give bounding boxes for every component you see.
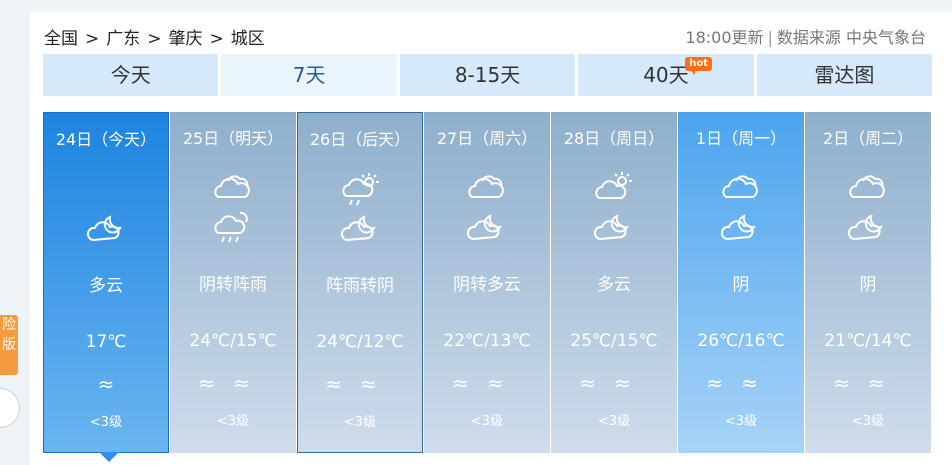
day-condition: 多云	[89, 276, 123, 296]
day-temperature: 24℃/15℃	[189, 331, 277, 351]
day-card[interactable]: 26日（后天） 阵雨转阴 24℃/12℃ ≈≈ <3级	[297, 112, 423, 453]
wind-icon: ≈≈	[198, 371, 268, 395]
partly-cloudy-night-icon	[466, 214, 502, 241]
day-condition: 多云	[597, 275, 631, 295]
tab-8-15-days[interactable]: 8-15天	[399, 54, 576, 96]
shower-rain-icon	[214, 211, 248, 243]
tab-7-days[interactable]: 7天	[221, 54, 397, 96]
wind-level: <3级	[89, 415, 123, 430]
wind-level: <3级	[597, 414, 631, 429]
wind-level: <3级	[851, 414, 885, 429]
breadcrumb-district: 城区	[230, 29, 265, 49]
breadcrumb-province[interactable]: 广东	[106, 24, 140, 49]
day-date: 25日（明天）	[182, 129, 284, 148]
tab-40-days-label: 40天	[643, 63, 689, 87]
wind-icon: ≈≈	[579, 371, 649, 395]
day-temperature: 22℃/13℃	[443, 331, 531, 351]
day-card[interactable]: 28日（周日） 多云 25℃/15℃ ≈≈ <3级	[551, 112, 677, 453]
day-date: 27日（周六）	[436, 129, 538, 148]
day-condition: 阴转阵雨	[199, 275, 267, 295]
partly-cloudy-night-icon	[86, 215, 122, 242]
partly-cloudy-night-icon	[340, 215, 376, 242]
breadcrumb-country[interactable]: 全国	[44, 24, 78, 49]
breadcrumb-separator: >	[85, 29, 100, 49]
wind-level: <3级	[216, 414, 250, 429]
partly-cloudy-night-icon	[720, 214, 756, 241]
wind-icon: ≈≈	[706, 371, 776, 395]
wind-icon: ≈	[97, 372, 115, 396]
day-temperature: 24℃/12℃	[316, 332, 404, 352]
cloudy-icon	[468, 175, 504, 198]
day-card[interactable]: 27日（周六） 阴转多云 22℃/13℃ ≈≈ <3级	[424, 112, 550, 453]
day-condition: 阴	[859, 275, 877, 295]
breadcrumb-city[interactable]: 肇庆	[169, 24, 203, 49]
day-date: 28日（周日）	[563, 129, 665, 148]
forecast-tabs: 今天 7天 8-15天 40天 hot 雷达图	[43, 54, 933, 96]
cloudy-icon	[722, 175, 758, 198]
wind-level: <3级	[724, 414, 758, 429]
side-feedback-tab[interactable]: 险 版	[0, 315, 18, 375]
wind-icon: ≈≈	[325, 372, 395, 396]
partly-cloudy-night-icon	[847, 214, 883, 241]
shower-rain-icon	[342, 173, 379, 206]
day-date: 1日（周一）	[695, 129, 787, 148]
day-condition: 阴转多云	[453, 275, 521, 295]
breadcrumb: 全国 > 广东 > 肇庆 > 城区	[44, 24, 265, 49]
cloudy-icon	[214, 175, 250, 198]
tab-today[interactable]: 今天	[43, 54, 219, 96]
cloudy-icon	[849, 175, 885, 198]
day-card-today[interactable]: 24日（今天） 多云 17℃ ≈ <3级	[43, 112, 169, 462]
data-source: 数据来源 中央气象台	[776, 28, 926, 47]
hot-badge: hot	[685, 57, 712, 75]
day-card[interactable]: 2日（周二） 阴 21℃/14℃ ≈≈ <3级	[805, 112, 931, 453]
side-float-button[interactable]	[0, 388, 20, 428]
day-temperature: 17℃	[85, 332, 127, 352]
breadcrumb-separator: >	[147, 29, 162, 49]
partly-cloudy-night-icon	[593, 214, 629, 241]
partly-cloudy-day-icon	[595, 172, 632, 199]
update-meta: 18:00更新 | 数据来源 中央气象台	[685, 24, 926, 48]
day-date: 24日（今天）	[55, 130, 157, 149]
tab-radar[interactable]: 雷达图	[756, 54, 933, 96]
breadcrumb-separator: >	[209, 29, 224, 49]
wind-level: <3级	[343, 415, 377, 430]
day-condition: 阴	[732, 275, 750, 295]
day-card[interactable]: 25日（明天） 阴转阵雨 24℃/15℃ ≈≈ <3级	[170, 112, 296, 453]
day-date: 26日（后天）	[309, 130, 411, 149]
forecast-panel: 全国 > 广东 > 肇庆 > 城区 18:00更新 | 数据来源 中央气象台 今天 7天 8-1…	[30, 12, 952, 465]
tab-40-days[interactable]: 40天 hot	[578, 54, 754, 96]
wind-level: <3级	[470, 414, 504, 429]
day-temperature: 21℃/14℃	[824, 331, 912, 351]
day-date: 2日（周二）	[822, 129, 914, 148]
seven-day-forecast: 24日（今天） 多云 17℃ ≈ <3级 25日（明天） 阴转阵雨 24℃/15…	[43, 112, 932, 462]
day-card[interactable]: 1日（周一） 阴 26℃/16℃ ≈≈ <3级	[678, 112, 804, 453]
day-temperature: 26℃/16℃	[697, 331, 785, 351]
update-time: 18:00更新	[685, 28, 764, 47]
day-temperature: 25℃/15℃	[570, 331, 658, 351]
meta-divider: |	[767, 28, 773, 47]
day-condition: 阵雨转阴	[326, 276, 394, 296]
wind-icon: ≈≈	[833, 371, 903, 395]
wind-icon: ≈≈	[452, 371, 522, 395]
selected-day-pointer	[99, 452, 119, 462]
